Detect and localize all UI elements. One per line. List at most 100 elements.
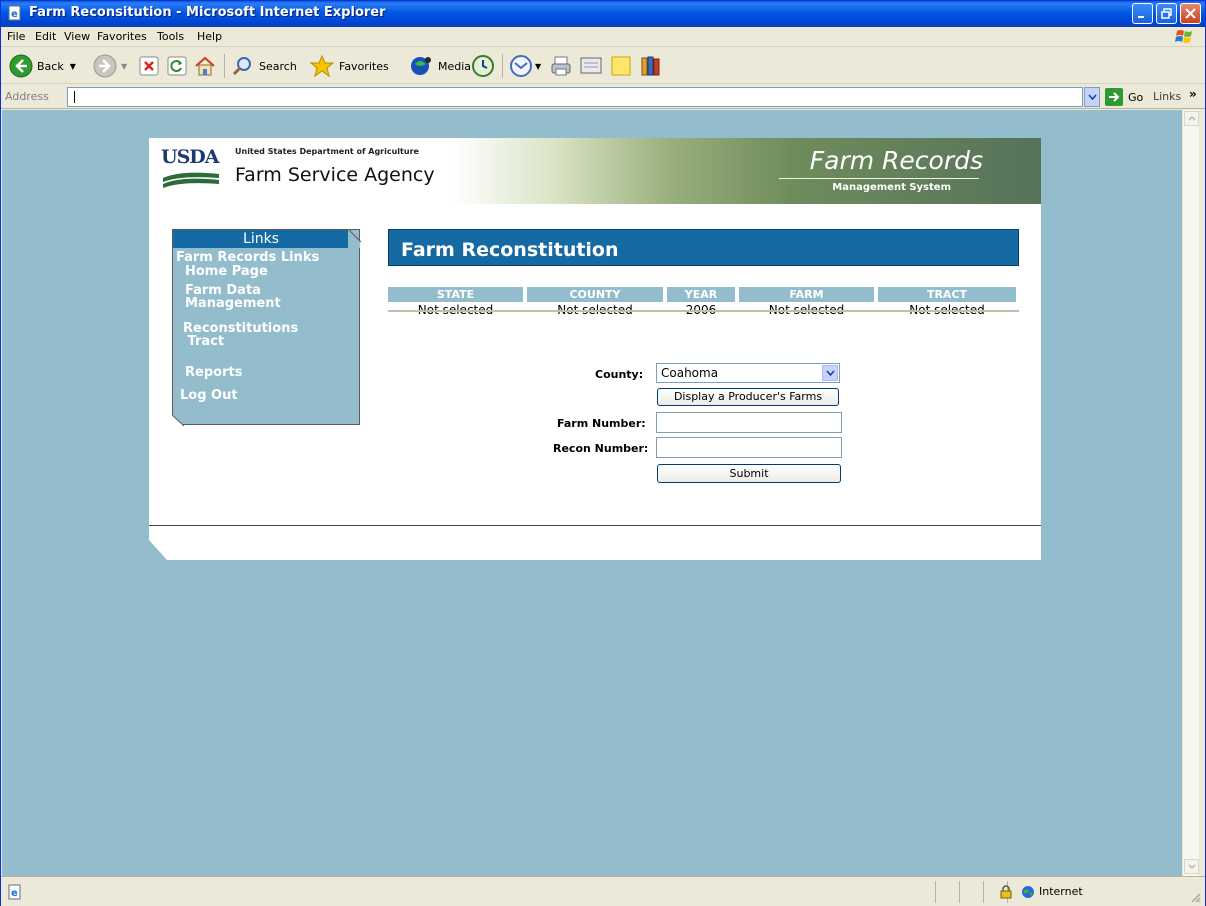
text-cursor	[74, 91, 75, 103]
address-input[interactable]	[67, 87, 1083, 107]
title-bar: e Farm Reconsitution - Microsoft Interne…	[1, 1, 1205, 27]
stop-button[interactable]	[139, 52, 159, 80]
usda-logo-text: USDA	[161, 146, 220, 168]
sidebar-header: Links	[173, 230, 349, 248]
resize-grip-icon[interactable]	[1189, 891, 1201, 903]
header-tract: TRACT	[878, 287, 1016, 302]
chevron-down-icon	[1187, 864, 1196, 869]
scroll-down-button[interactable]	[1184, 859, 1199, 874]
recon-number-input[interactable]	[656, 437, 842, 458]
forward-button[interactable]: ▼	[93, 52, 127, 80]
svg-text:e: e	[11, 888, 18, 899]
menu-favorites[interactable]: Favorites	[97, 30, 147, 43]
back-arrow-icon	[9, 54, 33, 78]
window-title: Farm Reconsitution - Microsoft Internet …	[29, 5, 386, 20]
agency-name: Farm Service Agency	[235, 164, 435, 186]
ie-page-icon: e	[7, 5, 23, 21]
sidebar-links: Links Farm Records Links Home Page Farm …	[172, 229, 361, 427]
county-select[interactable]: Coahoma	[656, 363, 840, 383]
content-panel: Links Farm Records Links Home Page Farm …	[149, 204, 1041, 560]
county-dropdown-button[interactable]	[822, 365, 838, 381]
panel-bottom-rule	[149, 525, 1041, 526]
menu-help[interactable]: Help	[197, 30, 222, 43]
menu-file[interactable]: File	[7, 30, 25, 43]
lock-icon	[1000, 885, 1012, 899]
toolbar-separator	[502, 54, 503, 78]
favorites-label: Favorites	[339, 59, 389, 73]
search-button[interactable]: Search	[231, 52, 297, 80]
menu-bar: File Edit View Favorites Tools Help	[1, 27, 1205, 47]
status-separator	[983, 881, 984, 903]
sidebar-section-title[interactable]: Farm Records Links	[176, 251, 319, 264]
home-button[interactable]	[193, 52, 217, 80]
back-button[interactable]: Back ▼	[9, 52, 76, 80]
research-button[interactable]	[639, 52, 663, 80]
menu-view[interactable]: View	[64, 30, 90, 43]
vertical-scrollbar[interactable]	[1182, 110, 1199, 876]
media-button[interactable]: Media	[408, 52, 471, 80]
sidebar-header-notch	[348, 229, 361, 248]
menu-edit[interactable]: Edit	[35, 30, 56, 43]
favorites-star-icon	[309, 54, 335, 78]
note-icon	[611, 56, 631, 76]
header-county: COUNTY	[527, 287, 663, 302]
print-icon	[551, 56, 571, 76]
links-toolbar-label[interactable]: Links	[1153, 90, 1181, 103]
media-icon	[411, 57, 431, 75]
back-dropdown-icon[interactable]: ▼	[70, 62, 76, 71]
search-label: Search	[259, 59, 297, 73]
display-producers-farms-button[interactable]: Display a Producer's Farms	[657, 388, 839, 406]
print-button[interactable]	[549, 52, 573, 80]
mail-icon	[510, 55, 532, 77]
address-dropdown-button[interactable]	[1084, 87, 1100, 107]
county-label: County:	[595, 368, 644, 381]
internet-globe-icon	[1022, 886, 1034, 898]
research-books-icon	[641, 56, 660, 76]
history-icon	[472, 55, 494, 77]
mail-button[interactable]: ▼	[509, 52, 541, 80]
status-bar: e Internet	[1, 876, 1205, 906]
toolbar-separator	[224, 54, 225, 78]
site-banner: USDA United States Department of Agricul…	[149, 138, 1041, 204]
mail-dropdown-icon[interactable]: ▼	[535, 62, 541, 71]
system-title: Farm Records	[809, 146, 983, 175]
security-zone-label: Internet	[1039, 885, 1083, 898]
header-farm: FARM	[739, 287, 874, 302]
scroll-up-button[interactable]	[1184, 111, 1199, 126]
department-name: United States Department of Agriculture	[235, 147, 419, 156]
minimize-button[interactable]	[1132, 3, 1153, 24]
close-icon	[1185, 8, 1196, 19]
sidebar-item-log-out[interactable]: Log Out	[180, 389, 238, 402]
stop-icon	[139, 56, 159, 76]
sidebar-item-home-page[interactable]: Home Page	[185, 265, 268, 278]
menu-tools[interactable]: Tools	[157, 30, 184, 43]
go-arrow-icon	[1105, 88, 1123, 106]
restore-icon	[1161, 8, 1172, 19]
forward-arrow-icon	[93, 54, 117, 78]
submit-button[interactable]: Submit	[657, 464, 841, 483]
favorites-button[interactable]: Favorites	[309, 52, 389, 80]
page-title-bar: Farm Reconstitution	[388, 229, 1019, 266]
close-button[interactable]	[1180, 3, 1201, 24]
edit-button[interactable]	[579, 52, 603, 80]
go-button[interactable]: Go	[1105, 88, 1143, 106]
restore-button[interactable]	[1156, 3, 1177, 24]
history-button[interactable]	[471, 52, 495, 80]
refresh-icon	[167, 56, 187, 76]
sidebar-item-farm-data-management[interactable]: Farm Data Management	[185, 284, 281, 310]
header-year: YEAR	[667, 287, 735, 302]
svg-text:e: e	[11, 9, 18, 20]
farm-number-input[interactable]	[656, 412, 842, 433]
chevron-right-double-icon[interactable]: »	[1189, 87, 1197, 101]
go-label: Go	[1128, 90, 1144, 104]
sidebar-item-reports[interactable]: Reports	[185, 366, 242, 379]
system-subtitle: Management System	[832, 182, 951, 193]
home-icon	[195, 56, 215, 76]
chevron-down-icon	[825, 370, 835, 376]
edit-page-icon	[580, 57, 602, 74]
refresh-button[interactable]	[167, 52, 187, 80]
discuss-button[interactable]	[609, 52, 633, 80]
sidebar-item-reconstitutions-tract[interactable]: Reconstitutions Tract	[183, 322, 298, 348]
minimize-icon	[1138, 16, 1144, 18]
forward-dropdown-icon[interactable]: ▼	[121, 62, 127, 71]
